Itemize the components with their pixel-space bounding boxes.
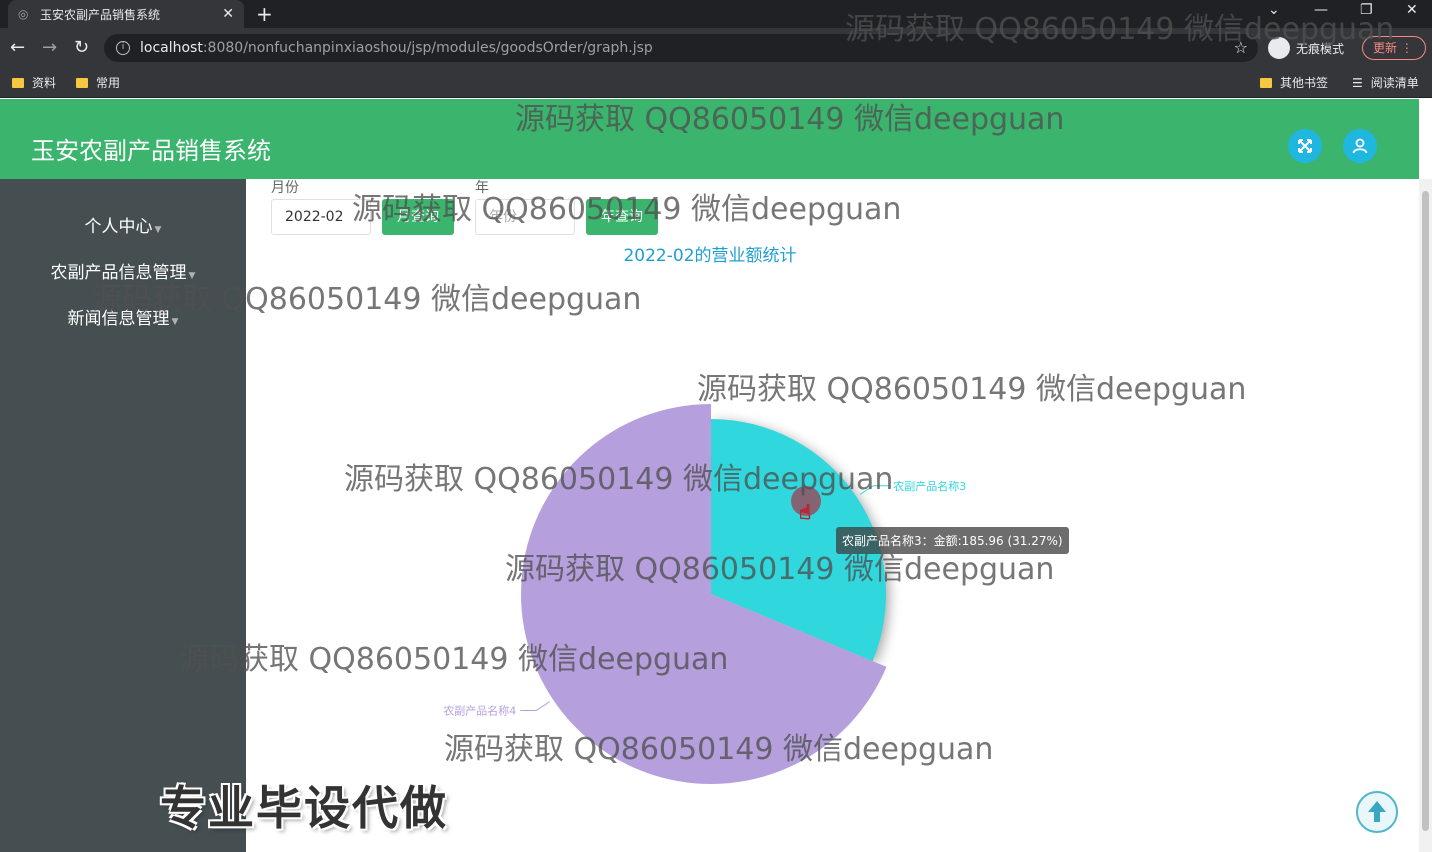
pie-slice-label: 农副产品名称3 — [893, 479, 966, 493]
url-input[interactable]: i localhost:8080/nonfuchanpinxiaoshou/js… — [104, 34, 1258, 62]
incognito-label: 无痕模式 — [1296, 41, 1345, 56]
label-leader-line — [520, 701, 550, 712]
fullscreen-button[interactable] — [1288, 129, 1322, 163]
caret-down-icon: ▼ — [171, 317, 179, 327]
bookmark-folder[interactable]: 其他书签 — [1260, 74, 1328, 91]
sidebar: 个人中心 ▼ 农副产品信息管理 ▼ 新闻信息管理 ▼ — [0, 179, 246, 852]
close-icon[interactable]: ✕ — [222, 6, 234, 22]
pie-slice-label: 农副产品名称4 — [443, 704, 516, 718]
back-to-top-button[interactable] — [1356, 791, 1398, 833]
app-title: 玉安农副产品销售系统 — [31, 137, 271, 165]
new-tab-icon[interactable]: + — [256, 2, 273, 26]
folder-icon — [1260, 77, 1272, 88]
label-leader-line — [859, 485, 890, 496]
app-header: 玉安农副产品销售系统 — [0, 99, 1419, 179]
scrollbar-thumb[interactable] — [1422, 191, 1429, 831]
expand-icon — [1298, 139, 1312, 153]
bookmark-folder[interactable]: 常用 — [76, 74, 120, 91]
incognito-icon — [1268, 37, 1290, 59]
bookmark-folder[interactable]: 资料 — [12, 74, 56, 91]
incognito-indicator[interactable]: 无痕模式 — [1268, 37, 1344, 59]
stamp-text: 专业毕设代做 — [160, 781, 448, 835]
sidebar-item-products[interactable]: 农副产品信息管理 ▼ — [0, 258, 246, 283]
chevron-down-icon[interactable]: ⌄ — [1268, 2, 1280, 18]
folder-icon — [12, 77, 24, 88]
app: 玉安农副产品销售系统 个人中心 ▼ 农副产品信息管理 ▼ 新闻信息管理 ▼ 月份 20… — [0, 99, 1432, 852]
url-path: :8080/nonfuchanpinxiaoshou/jsp/modules/g… — [202, 40, 653, 56]
restore-icon[interactable]: ❐ — [1360, 2, 1373, 18]
reading-list[interactable]: ☰ 阅读清单 — [1352, 74, 1419, 91]
star-icon[interactable]: ☆ — [1234, 38, 1248, 57]
hand-cursor-icon: ☝ — [799, 500, 811, 524]
sidebar-item-news[interactable]: 新闻信息管理 ▼ — [0, 304, 246, 329]
window-close-icon[interactable]: ✕ — [1406, 2, 1418, 18]
chart-tooltip: 农副产品名称3：金额:185.96 (31.27%) — [836, 527, 1069, 554]
main-content: 月份 2022-02 月查询 年 年份 年查询 2022-02的营业额统计 农副… — [246, 179, 1419, 852]
page-scrollbar[interactable] — [1419, 179, 1432, 852]
bookmarks-bar: 资料 常用 其他书签 ☰ 阅读清单 — [0, 68, 1432, 98]
back-icon[interactable]: ← — [10, 37, 25, 58]
info-icon[interactable]: i — [116, 41, 130, 55]
tab-title: 玉安农副产品销售系统 — [40, 7, 161, 22]
browser-tab-bar: ◎ 玉安农副产品销售系统 ✕ + ⌄ — ❐ ✕ — [0, 0, 1432, 28]
browser-tab[interactable]: ◎ 玉安农副产品销售系统 ✕ — [8, 0, 244, 28]
caret-down-icon: ▼ — [188, 271, 196, 281]
forward-icon[interactable]: → — [42, 37, 57, 58]
user-icon — [1352, 138, 1368, 154]
user-button[interactable] — [1343, 129, 1377, 163]
minimize-icon[interactable]: — — [1314, 2, 1328, 18]
folder-icon — [76, 77, 88, 88]
pie-chart[interactable]: 农副产品名称3 农副产品名称4 ☝ — [246, 179, 1419, 852]
shield-icon: ◎ — [18, 7, 29, 21]
reading-list-icon: ☰ — [1352, 75, 1363, 90]
reload-icon[interactable]: ↻ — [74, 37, 89, 58]
sidebar-item-personal[interactable]: 个人中心 ▼ — [0, 212, 246, 237]
url-host: localhost — [140, 40, 203, 56]
address-bar: ← → ↻ i localhost:8080/nonfuchanpinxiaos… — [0, 28, 1432, 68]
update-button[interactable]: 更新 ⋮ — [1362, 36, 1426, 60]
caret-down-icon: ▼ — [154, 225, 162, 235]
arrow-up-icon — [1368, 801, 1386, 822]
